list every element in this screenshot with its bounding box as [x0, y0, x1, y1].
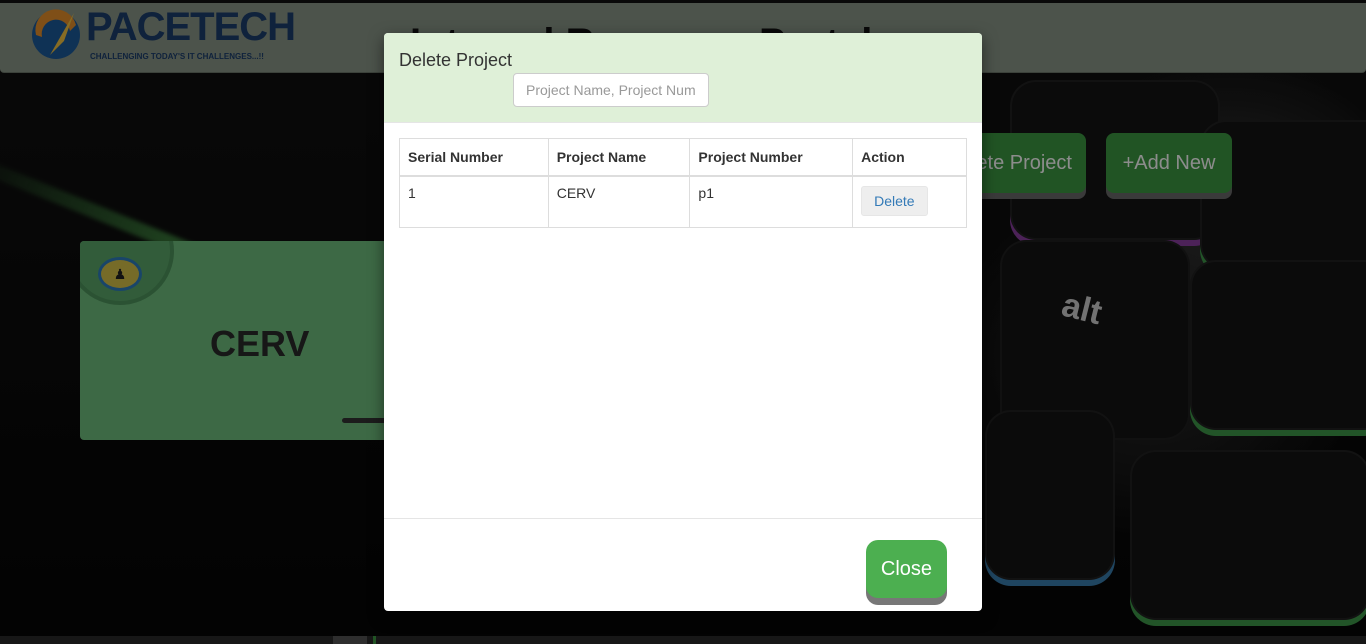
modal-header: Delete Project [384, 33, 982, 123]
cell-project-number: p1 [689, 175, 854, 228]
modal-footer: Close [384, 518, 982, 611]
project-search-input[interactable] [513, 73, 709, 107]
delete-project-modal: Delete Project Serial Number Project Nam… [384, 33, 982, 611]
cell-project-name: CERV [547, 175, 691, 228]
delete-row-button[interactable]: Delete [861, 185, 928, 216]
projects-table-container: Serial Number Project Name Project Numbe… [399, 138, 967, 228]
table-header-row: Serial Number Project Name Project Numbe… [399, 138, 967, 177]
column-header-serial-number: Serial Number [399, 138, 549, 177]
column-header-project-name: Project Name [547, 138, 691, 177]
column-header-action: Action [852, 138, 967, 177]
projects-table: Serial Number Project Name Project Numbe… [399, 138, 967, 228]
close-button[interactable]: Close [866, 540, 947, 598]
column-header-project-number: Project Number [689, 138, 854, 177]
cell-action: Delete [852, 175, 967, 228]
table-row: 1 CERV p1 Delete [399, 175, 967, 228]
cell-serial-number: 1 [399, 175, 549, 228]
modal-title: Delete Project [399, 50, 513, 70]
